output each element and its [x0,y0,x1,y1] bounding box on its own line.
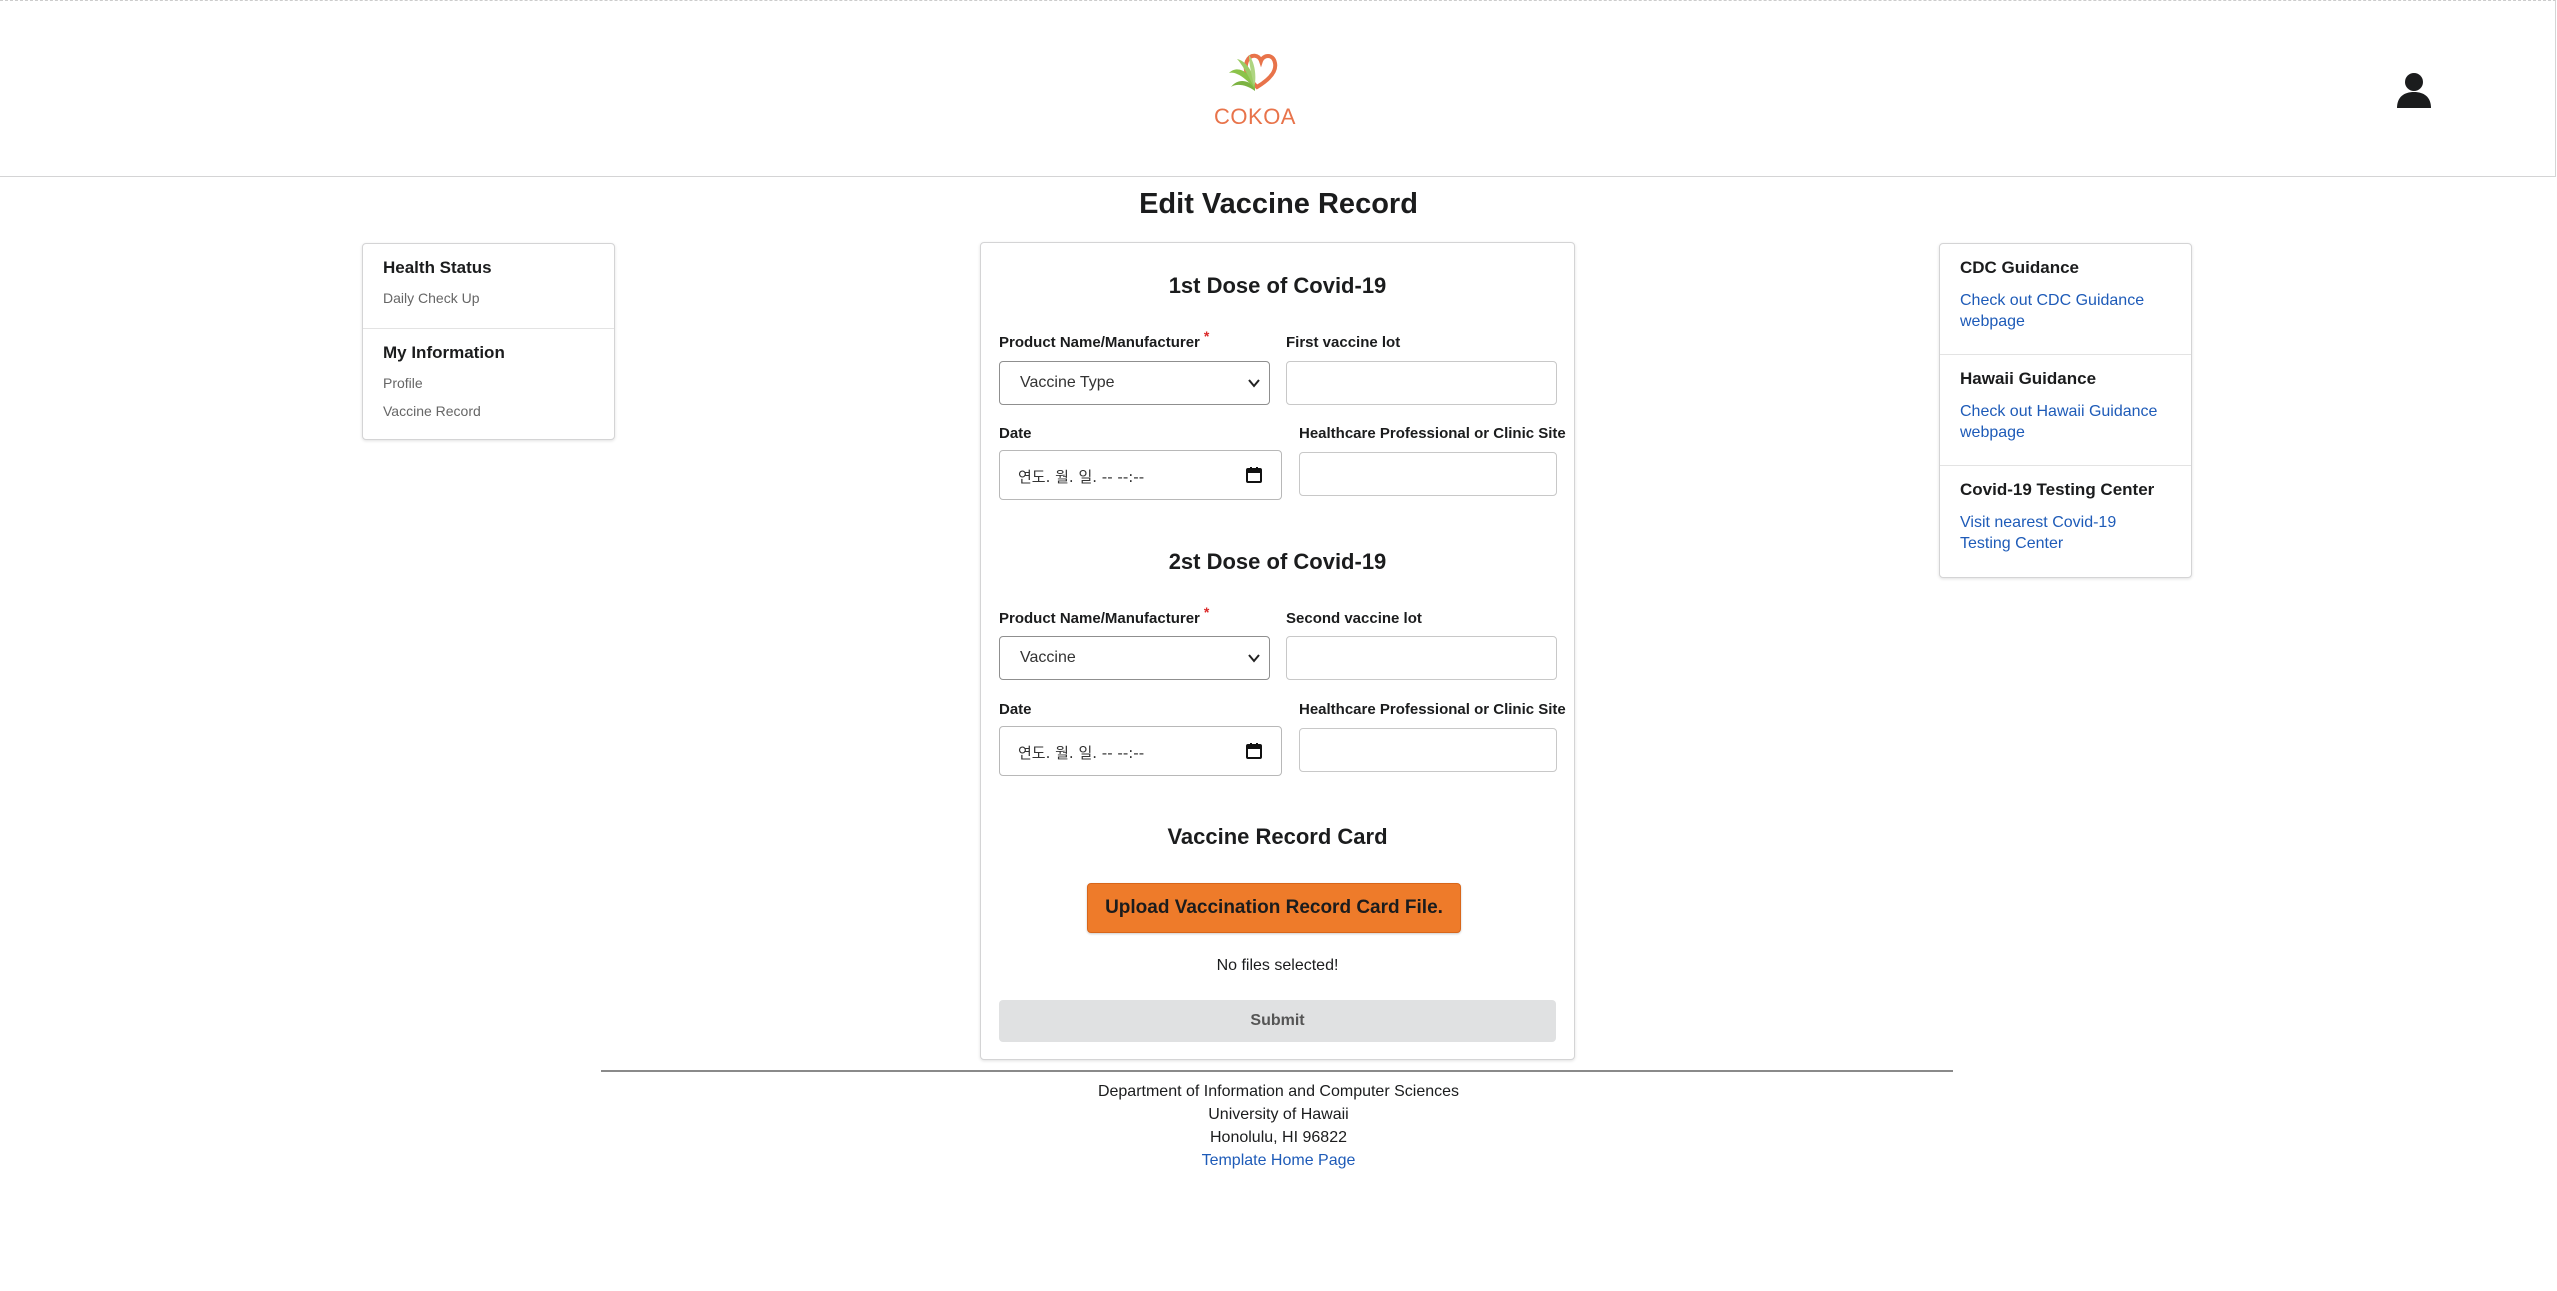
chevron-down-icon [1248,654,1260,663]
dose1-product-selected-value: Vaccine Type [1020,374,1115,391]
dose1-lot-input[interactable] [1286,361,1557,405]
footer: Department of Information and Computer S… [0,1080,2557,1172]
guidance-section-cdc: CDC Guidance Check out CDC Guidance webp… [1940,244,2191,354]
vaccine-record-form: 1st Dose of Covid-19 Product Name/Manufa… [980,242,1575,1060]
record-card-title: Vaccine Record Card [1167,824,1388,849]
right-side-menu: CDC Guidance Check out CDC Guidance webp… [1939,243,2192,578]
dose1-date-value: 연도. 월. 일. -- --:-- [1018,468,1145,486]
top-header: COKOA [0,0,2556,177]
dose1-product-label: Product Name/Manufacturer * [999,328,1210,351]
dose1-product-select[interactable]: Vaccine Type [999,361,1270,405]
dose2-title: 2st Dose of Covid-19 [1168,549,1387,574]
calendar-icon[interactable] [1245,466,1263,484]
menu-section-health-status: Health Status Daily Check Up [363,244,614,328]
dose1-lot-label: First vaccine lot [1286,334,1401,351]
required-mark: * [1203,604,1210,620]
footer-department: Department of Information and Computer S… [1097,1083,1460,1100]
testing-center-link[interactable]: Visit nearest Covid-19 Testing Center [1960,512,2171,554]
leaf-heart-icon [1229,53,1278,91]
dose2-date-value: 연도. 월. 일. -- --:-- [1018,744,1145,762]
dose1-clinic-label: Healthcare Professional or Clinic Site [1299,425,1566,442]
dose1-title: 1st Dose of Covid-19 [1168,273,1387,298]
left-side-menu: Health Status Daily Check Up My Informat… [362,243,615,440]
menu-heading-my-information: My Information [383,343,505,362]
dose2-clinic-label: Healthcare Professional or Clinic Site [1299,701,1566,718]
menu-section-my-information: My Information Profile Vaccine Record [363,328,614,435]
footer-divider [601,1070,1953,1072]
dose1-clinic-input[interactable] [1299,452,1557,496]
calendar-icon[interactable] [1245,742,1263,760]
dose2-product-selected-value: Vaccine [1020,649,1076,666]
page-title: Edit Vaccine Record [1139,188,1418,220]
dose2-date-label: Date [999,701,1032,718]
required-mark: * [1203,328,1210,344]
menu-item-profile[interactable]: Profile [383,375,594,391]
guidance-heading-hawaii: Hawaii Guidance [1960,369,2097,388]
hawaii-guidance-link[interactable]: Check out Hawaii Guidance webpage [1960,401,2171,443]
guidance-heading-testing-center: Covid-19 Testing Center [1960,480,2155,499]
guidance-section-testing-center: Covid-19 Testing Center Visit nearest Co… [1940,465,2191,570]
footer-address: Honolulu, HI 96822 [1210,1129,1347,1146]
dose1-date-label: Date [999,425,1032,442]
template-home-link[interactable]: Template Home Page [0,1149,2557,1172]
dose2-product-select[interactable]: Vaccine [999,636,1270,680]
cokoa-logo[interactable]: COKOA [1209,47,1301,135]
user-icon[interactable] [2394,70,2434,110]
dose2-lot-input[interactable] [1286,636,1557,680]
dose2-lot-label: Second vaccine lot [1286,610,1422,627]
chevron-down-icon [1248,379,1260,388]
menu-heading-health-status: Health Status [383,258,492,277]
cdc-guidance-link[interactable]: Check out CDC Guidance webpage [1960,290,2171,332]
dose2-date-input[interactable]: 연도. 월. 일. -- --:-- [999,726,1282,776]
dose2-clinic-input[interactable] [1299,728,1557,772]
menu-item-vaccine-record[interactable]: Vaccine Record [383,403,594,419]
logo-text: COKOA [1214,104,1296,129]
submit-button[interactable]: Submit [999,1000,1556,1042]
menu-item-daily-check-up[interactable]: Daily Check Up [383,290,594,306]
upload-status-text: No files selected! [1216,957,1339,974]
guidance-section-hawaii: Hawaii Guidance Check out Hawaii Guidanc… [1940,354,2191,465]
dose1-date-input[interactable]: 연도. 월. 일. -- --:-- [999,450,1282,500]
upload-record-card-button[interactable]: Upload Vaccination Record Card File. [1087,883,1461,933]
guidance-heading-cdc: CDC Guidance [1960,258,2080,277]
dose2-product-label: Product Name/Manufacturer * [999,604,1210,627]
footer-university: University of Hawaii [1208,1106,1349,1123]
